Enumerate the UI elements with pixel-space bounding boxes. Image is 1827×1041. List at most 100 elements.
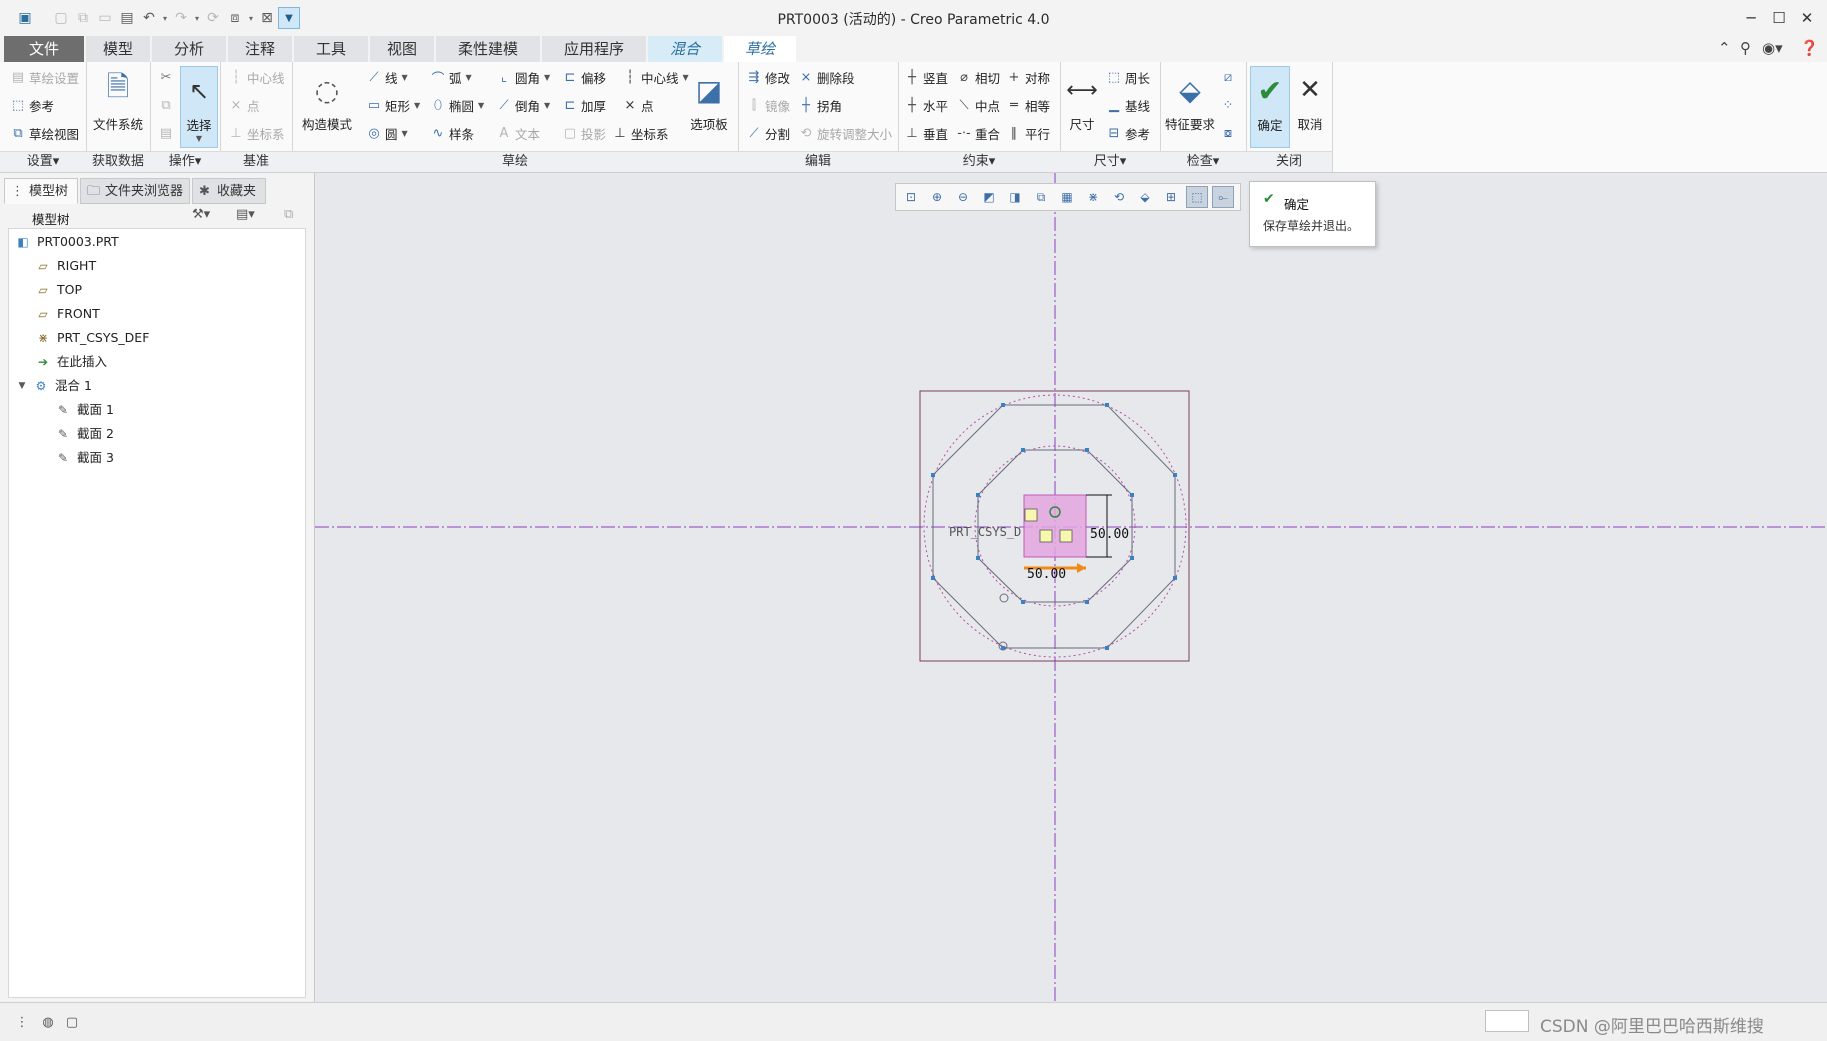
tab-blend[interactable]: 混合 — [648, 36, 722, 62]
reference-dim-button[interactable]: ⊟ 参考 — [1106, 122, 1150, 144]
datum-display-icon[interactable]: ⋇ — [1082, 186, 1104, 208]
select-button[interactable]: ↖ 选择 ▼ — [180, 66, 218, 148]
corner-button[interactable]: ┼ 拐角 — [798, 94, 842, 116]
group-label-inspect[interactable]: 检查▾ — [1160, 151, 1246, 172]
spline-button[interactable]: ∿ 样条 — [430, 122, 474, 144]
view-manager-icon[interactable]: ▦ — [1056, 186, 1078, 208]
tab-favorites[interactable]: ✱ 收藏夹 — [192, 178, 266, 204]
sketcher-display-filters-icon[interactable]: ⬚ — [1186, 186, 1208, 208]
selection-filter[interactable] — [1485, 1010, 1529, 1032]
sketch-view-icon[interactable]: ⊞ — [1160, 186, 1182, 208]
browser-toggle-icon[interactable]: ◍ — [38, 1012, 58, 1032]
tab-flexible-modeling[interactable]: 柔性建模 — [436, 36, 540, 62]
tangent-constraint-button[interactable]: ⌀ 相切 — [956, 66, 1000, 88]
community-icon[interactable]: ◉▾ — [1762, 39, 1783, 57]
tab-model[interactable]: 模型 — [86, 36, 150, 62]
tab-annotate[interactable]: 注释 — [228, 36, 292, 62]
parallel-constraint-marker[interactable] — [1059, 529, 1073, 543]
copy-button[interactable]: ⧉ — [158, 94, 174, 116]
tree-show-icon[interactable]: ⧉ — [284, 207, 293, 222]
equal-constraint-button[interactable]: ═ 相等 — [1006, 94, 1050, 116]
spin-center-icon[interactable]: ⟲ — [1108, 186, 1130, 208]
navigator-toggle-icon[interactable]: ⋮ — [12, 1012, 32, 1032]
tab-sketch[interactable]: 草绘 — [724, 36, 796, 62]
construction-mode-button[interactable]: ◌ 构造模式 — [296, 66, 358, 148]
palette-button[interactable]: ◪ 选项板 — [684, 66, 734, 148]
references-button[interactable]: ⬚ 参考 — [10, 94, 54, 116]
dim-horizontal-value[interactable]: 50.00 — [1027, 567, 1066, 582]
midpoint-constraint-button[interactable]: ⟍ 中点 — [956, 94, 1000, 116]
cancel-button[interactable]: ✕ 取消 — [1292, 66, 1328, 148]
selected-square[interactable] — [1023, 494, 1087, 558]
repaint-icon[interactable]: ◩ — [978, 186, 1000, 208]
line-button[interactable]: ⟋ 线 ▼ — [366, 66, 407, 88]
shade-closed-loops-button[interactable]: ⧇ — [1220, 122, 1236, 144]
group-label-dimension[interactable]: 尺寸▾ — [1060, 151, 1160, 172]
modify-button[interactable]: ⇶ 修改 — [746, 66, 790, 88]
tree-item-section-1[interactable]: ✎ 截面 1 — [55, 399, 114, 421]
centerline-button[interactable]: ┆ 中心线 ▼ — [622, 66, 689, 88]
blend-start-point-marker[interactable] — [999, 593, 1009, 603]
rectangle-button[interactable]: ▭ 矩形 ▼ — [366, 94, 420, 116]
parallel-constraint-button[interactable]: ∥ 平行 — [1006, 122, 1050, 144]
mirror-button[interactable]: ⫿ 镜像 — [746, 94, 790, 116]
text-button[interactable]: A 文本 — [496, 122, 540, 144]
tree-item-part[interactable]: ◧ PRT0003.PRT — [15, 231, 118, 253]
sketch-canvas[interactable]: 50.00 50.00 PRT_CSYS_D — [315, 173, 1827, 1002]
datum-point-button[interactable]: × 点 — [228, 94, 260, 116]
tab-model-tree[interactable]: ⋮ 模型树 — [4, 178, 78, 204]
baseline-button[interactable]: ▁ 基线 — [1106, 94, 1150, 116]
sketch-setup-button[interactable]: ▤ 草绘设置 — [10, 66, 79, 88]
horizontal-constraint-marker[interactable] — [1024, 508, 1038, 522]
group-label-operations[interactable]: 操作▾ — [150, 151, 220, 172]
tab-view[interactable]: 视图 — [370, 36, 434, 62]
tree-settings-icon[interactable]: ⚒▾ — [192, 207, 210, 222]
perimeter-button[interactable]: ⬚ 周长 — [1106, 66, 1150, 88]
dimension-display-icon[interactable]: ⟜ — [1212, 186, 1234, 208]
tab-analysis[interactable]: 分析 — [152, 36, 226, 62]
equal-constraint-marker[interactable] — [1039, 529, 1053, 543]
datum-csys-button[interactable]: ⊥ 坐标系 — [228, 122, 284, 144]
group-label-constrain[interactable]: 约束▾ — [898, 151, 1060, 172]
tree-item-blend[interactable]: ▼ ⚙ 混合 1 — [17, 375, 92, 397]
display-style-icon[interactable]: ◨ — [1004, 186, 1026, 208]
tab-file[interactable]: 文件 — [4, 36, 84, 62]
vertical-constraint-button[interactable]: ┼ 竖直 — [904, 66, 948, 88]
datum-centerline-button[interactable]: ┆ 中心线 — [228, 66, 284, 88]
ok-button[interactable]: ✔ 确定 — [1250, 66, 1290, 148]
project-button[interactable]: ▢ 投影 — [562, 122, 606, 144]
ellipse-button[interactable]: ⬯ 椭圆 ▼ — [430, 94, 484, 116]
search-icon[interactable]: ⚲ — [1740, 39, 1751, 57]
tree-item-right[interactable]: ▱ RIGHT — [35, 255, 96, 277]
highlight-open-ends-button[interactable]: ⁘ — [1220, 94, 1236, 116]
thicken-button[interactable]: ⊏ 加厚 — [562, 94, 606, 116]
zoom-in-icon[interactable]: ⊕ — [926, 186, 948, 208]
help-icon[interactable]: ❓ — [1800, 39, 1819, 57]
cut-button[interactable]: ✂ — [158, 66, 174, 88]
delete-segment-button[interactable]: ⨯ 删除段 — [798, 66, 855, 88]
annotation-display-icon[interactable]: ⬙ — [1134, 186, 1156, 208]
point-button[interactable]: × 点 — [622, 94, 654, 116]
tree-item-csys[interactable]: ⋇ PRT_CSYS_DEF — [35, 327, 149, 349]
fillet-button[interactable]: ⌞ 圆角 ▼ — [496, 66, 550, 88]
horizontal-constraint-button[interactable]: ┼ 水平 — [904, 94, 948, 116]
tree-filters-icon[interactable]: ▤▾ — [236, 207, 255, 222]
feature-requirements-button[interactable]: ⬙ 特征要求 — [1162, 66, 1218, 148]
tree-item-section-3[interactable]: ✎ 截面 3 — [55, 447, 114, 469]
arc-button[interactable]: ⌒ 弧 ▼ — [430, 66, 471, 88]
chamfer-button[interactable]: ⟋ 倒角 ▼ — [496, 94, 550, 116]
paste-button[interactable]: ▤ — [158, 122, 174, 144]
tab-applications[interactable]: 应用程序 — [542, 36, 646, 62]
rotate-resize-button[interactable]: ⟲ 旋转调整大小 — [798, 122, 892, 144]
symmetric-constraint-button[interactable]: + 对称 — [1006, 66, 1050, 88]
zoom-out-icon[interactable]: ⊖ — [952, 186, 974, 208]
dimension-button[interactable]: ⟷ 尺寸 — [1062, 66, 1102, 148]
circle-button[interactable]: ◎ 圆 ▼ — [366, 122, 407, 144]
coincident-constraint-button[interactable]: -⋅- 重合 — [956, 122, 1000, 144]
divide-button[interactable]: ⟋ 分割 — [746, 122, 790, 144]
file-system-button[interactable]: 🗎 文件系统 — [90, 66, 146, 148]
collapse-arrow-icon[interactable]: ▼ — [17, 378, 27, 394]
tree-item-top[interactable]: ▱ TOP — [35, 279, 82, 301]
refit-icon[interactable]: ⊡ — [900, 186, 922, 208]
tab-tools[interactable]: 工具 — [294, 36, 368, 62]
